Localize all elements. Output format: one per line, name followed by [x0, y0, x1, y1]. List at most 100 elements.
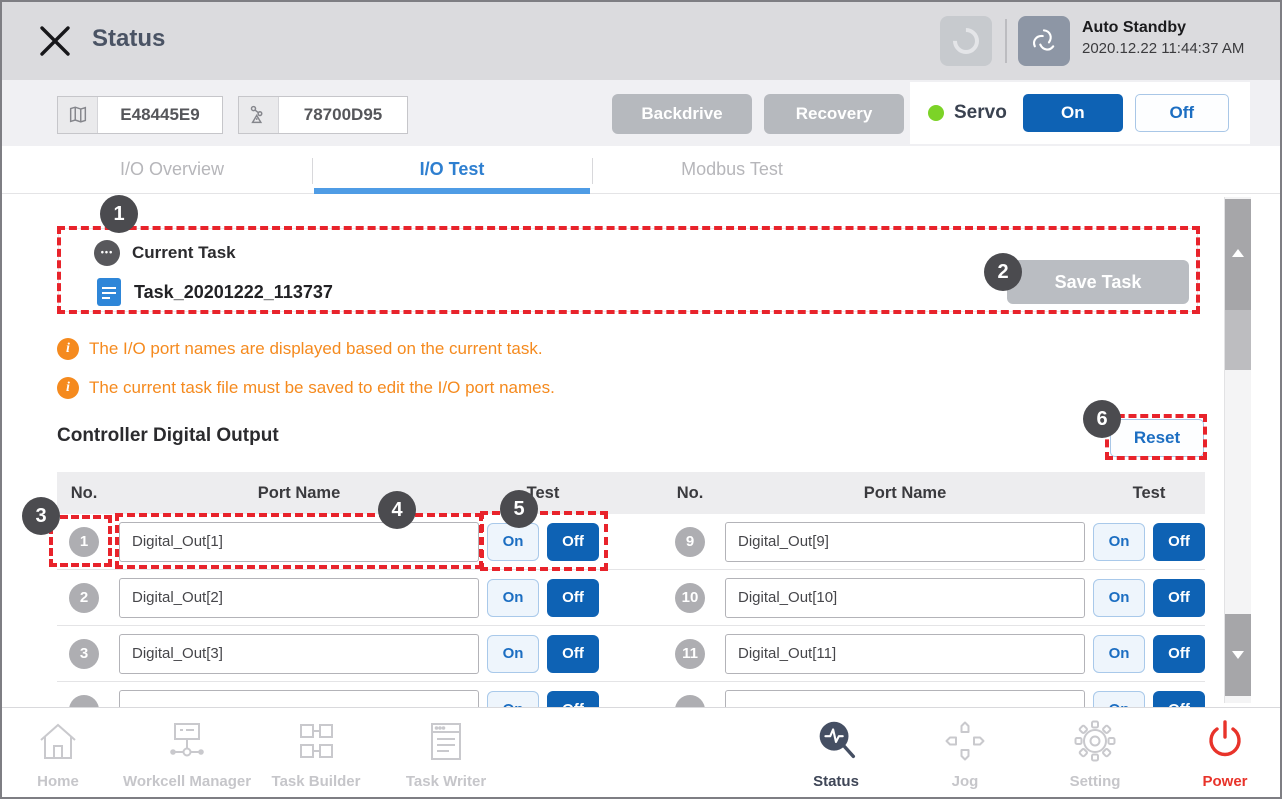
test-on-button[interactable]: On: [1093, 579, 1145, 617]
auto-standby-button[interactable]: [1018, 16, 1070, 66]
port-number-badge: 2: [69, 583, 99, 613]
table-header: No. Port Name Test No. Port Name Test: [57, 472, 1205, 514]
section-title: Controller Digital Output: [57, 425, 279, 447]
port-name-input[interactable]: [725, 634, 1085, 674]
port-number-badge: [675, 695, 705, 708]
scrollbar-thumb[interactable]: [1225, 310, 1251, 370]
io-table: 1 On Off 9 On Off 2 On Off: [57, 514, 1205, 707]
callout-4: 4: [378, 491, 416, 529]
notice-row: i The I/O port names are displayed based…: [57, 338, 543, 360]
status-icon: [810, 716, 862, 768]
test-on-button[interactable]: On: [487, 579, 539, 617]
callout-3: 3: [22, 497, 60, 535]
test-off-button[interactable]: Off: [547, 635, 599, 673]
servo-on-button[interactable]: On: [1023, 94, 1123, 132]
scrollbar-down-button[interactable]: [1225, 614, 1251, 696]
nav-task-builder[interactable]: Task Builder: [241, 708, 391, 799]
test-on-button[interactable]: On: [487, 523, 539, 561]
robot-id-field[interactable]: 78700D95: [238, 96, 408, 134]
servo-label: Servo: [954, 102, 1007, 124]
port-name-input[interactable]: [119, 578, 479, 618]
home-icon: [34, 716, 82, 768]
test-on-button[interactable]: On: [1093, 523, 1145, 561]
tab-io-test[interactable]: I/O Test: [312, 146, 592, 193]
test-on-button[interactable]: On: [487, 635, 539, 673]
header-divider: [1005, 19, 1007, 63]
table-row-partial: On Off On Off: [57, 682, 1205, 707]
port-number-badge: 9: [675, 527, 705, 557]
workcell-manager-icon: [163, 716, 211, 768]
tab-modbus-test[interactable]: Modbus Test: [592, 146, 872, 193]
nav-jog[interactable]: Jog: [890, 708, 1040, 799]
tab-io-overview[interactable]: I/O Overview: [32, 146, 312, 193]
backdrive-button[interactable]: Backdrive: [612, 94, 752, 134]
refresh-button[interactable]: [940, 16, 992, 66]
port-name-input[interactable]: [119, 634, 479, 674]
tab-divider: [312, 158, 313, 184]
port-name-input[interactable]: [119, 522, 479, 562]
nav-setting[interactable]: Setting: [1020, 708, 1170, 799]
port-number-badge: [69, 695, 99, 708]
close-icon[interactable]: [35, 21, 75, 61]
controller-id-value: E48445E9: [98, 97, 222, 133]
port-name-input[interactable]: [725, 690, 1085, 708]
port-name-input[interactable]: [725, 522, 1085, 562]
controller-icon: [58, 97, 98, 133]
table-row: 3 On Off 11 On Off: [57, 626, 1205, 682]
task-file-icon: [97, 278, 121, 306]
notice-text: The current task file must be saved to e…: [89, 377, 555, 399]
controller-id-field[interactable]: E48445E9: [57, 96, 223, 134]
test-off-button[interactable]: Off: [1153, 523, 1205, 561]
port-number-badge: 11: [675, 639, 705, 669]
info-icon: i: [57, 377, 79, 399]
ellipsis-icon: •••: [94, 240, 120, 266]
tab-bar: I/O Overview I/O Test Modbus Test: [2, 146, 1280, 194]
callout-5: 5: [500, 490, 538, 528]
test-on-button[interactable]: On: [1093, 691, 1145, 708]
nav-status[interactable]: Status: [761, 708, 911, 799]
notice-text: The I/O port names are displayed based o…: [89, 338, 543, 360]
column-header-no: No.: [57, 484, 111, 503]
task-writer-icon: [422, 716, 470, 768]
refresh-icon: [948, 23, 985, 60]
recovery-button[interactable]: Recovery: [764, 94, 904, 134]
info-icon: i: [57, 338, 79, 360]
bottom-nav: Home Workcell Manager Task Builder Task …: [2, 707, 1280, 799]
column-header-test: Test: [1093, 484, 1205, 503]
test-off-button[interactable]: Off: [1153, 691, 1205, 708]
scrollbar-up-button[interactable]: [1225, 199, 1251, 310]
port-name-input[interactable]: [725, 578, 1085, 618]
table-row: 2 On Off 10 On Off: [57, 570, 1205, 626]
nav-task-writer[interactable]: Task Writer: [371, 708, 521, 799]
nav-workcell-manager[interactable]: Workcell Manager: [112, 708, 262, 799]
test-off-button[interactable]: Off: [547, 691, 599, 708]
column-header-no: No.: [663, 484, 717, 503]
reset-button[interactable]: Reset: [1110, 419, 1204, 457]
nav-power[interactable]: Power: [1150, 708, 1282, 799]
test-off-button[interactable]: Off: [1153, 635, 1205, 673]
robot-mode-label: Auto Standby: [1082, 19, 1244, 37]
test-off-button[interactable]: Off: [547, 523, 599, 561]
scroll-down-icon: [1232, 651, 1244, 659]
servo-off-button[interactable]: Off: [1135, 94, 1229, 132]
scrollbar[interactable]: [1224, 197, 1251, 703]
robot-id-value: 78700D95: [279, 97, 407, 133]
robot-arm-icon: [239, 97, 279, 133]
io-test-content: ••• Current Task Task_20201222_113737 Sa…: [2, 194, 1280, 707]
port-number-badge: 3: [69, 639, 99, 669]
tab-divider: [592, 158, 593, 184]
test-on-button[interactable]: On: [1093, 635, 1145, 673]
toolbar: E48445E9 78700D95 Backdrive Recovery Ser…: [2, 80, 1280, 146]
task-name: Task_20201222_113737: [134, 279, 333, 305]
test-off-button[interactable]: Off: [1153, 579, 1205, 617]
port-name-input[interactable]: [119, 690, 479, 708]
callout-2: 2: [984, 253, 1022, 291]
app-window: Status Auto Standby 2020.12.22 11:44:37 …: [0, 0, 1282, 799]
column-header-port-name: Port Name: [725, 484, 1085, 503]
notice-row: i The current task file must be saved to…: [57, 377, 555, 399]
port-number-badge: 10: [675, 583, 705, 613]
test-on-button[interactable]: On: [487, 691, 539, 708]
timestamp: 2020.12.22 11:44:37 AM: [1082, 40, 1244, 57]
test-off-button[interactable]: Off: [547, 579, 599, 617]
save-task-button[interactable]: Save Task: [1007, 260, 1189, 304]
